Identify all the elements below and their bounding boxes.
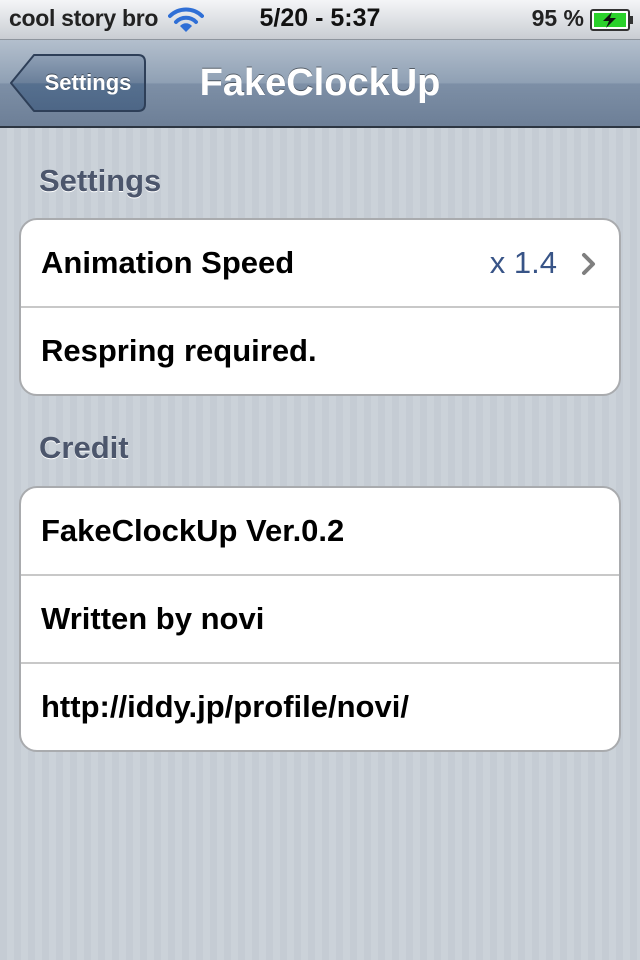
respring-note-row: Respring required. <box>21 308 619 394</box>
back-button-label: Settings <box>44 70 132 95</box>
animation-speed-value: x 1.4 <box>489 245 557 280</box>
section-header-settings: Settings <box>39 163 162 198</box>
carrier-name: cool story bro <box>9 5 159 31</box>
credit-group: FakeClockUp Ver.0.2 Written by novi http… <box>19 486 621 752</box>
version-label: FakeClockUp Ver.0.2 <box>41 513 345 548</box>
navigation-bar: Settings FakeClockUp <box>0 40 640 128</box>
wifi-icon <box>168 7 204 32</box>
battery-charging-icon <box>590 9 633 31</box>
animation-speed-row[interactable]: Animation Speed x 1.4 <box>21 220 619 308</box>
section-header-credit: Credit <box>39 430 129 465</box>
author-row: Written by novi <box>21 576 619 664</box>
version-row: FakeClockUp Ver.0.2 <box>21 488 619 576</box>
battery-percentage: 95 % <box>531 5 584 31</box>
profile-link-row[interactable]: http://iddy.jp/profile/novi/ <box>21 664 619 750</box>
back-button[interactable]: Settings <box>10 54 146 112</box>
settings-group: Animation Speed x 1.4 Respring required. <box>19 218 621 396</box>
status-bar: cool story bro 5/20 - 5:37 95 % <box>0 0 640 40</box>
page-title: FakeClockUp <box>199 62 441 104</box>
chevron-right-icon <box>582 253 595 275</box>
respring-note-label: Respring required. <box>41 333 317 368</box>
animation-speed-label: Animation Speed <box>41 245 295 280</box>
profile-link-label: http://iddy.jp/profile/novi/ <box>41 689 409 724</box>
author-label: Written by novi <box>41 601 265 636</box>
